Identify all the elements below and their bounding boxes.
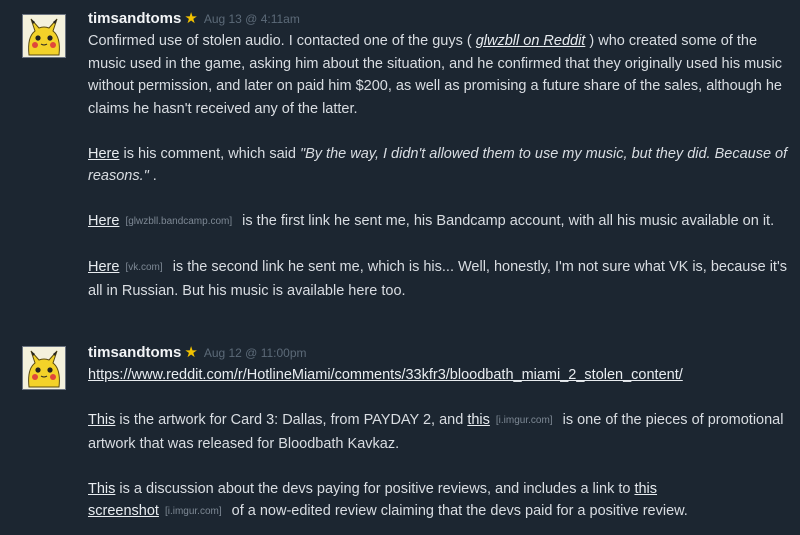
author-name[interactable]: timsandtoms [88, 10, 181, 27]
here-link[interactable]: Here [88, 259, 119, 275]
comment-paragraph: Here [glwzbll.bandcamp.com] is the first … [88, 210, 788, 234]
reddit-url-link[interactable]: https://www.reddit.com/r/HotlineMiami/co… [88, 367, 683, 383]
paragraph-text: of a now-edited review claiming that the… [227, 503, 688, 519]
comment-header: timsandtoms ★ Aug 12 @ 11:00pm [88, 342, 788, 364]
comment-paragraph: This is a discussion about the devs payi… [88, 478, 788, 524]
this-link[interactable]: This [88, 412, 115, 428]
comment-paragraph: Here is his comment, which said "By the … [88, 143, 788, 188]
author-name[interactable]: timsandtoms [88, 344, 181, 361]
comment-paragraph: https://www.reddit.com/r/HotlineMiami/co… [88, 364, 788, 387]
comment-date[interactable]: Aug 12 @ 11:00pm [204, 346, 307, 360]
link-domain: [i.imgur.com] [495, 415, 553, 426]
comment-date[interactable]: Aug 13 @ 4:11am [204, 12, 300, 26]
avatar[interactable] [22, 14, 66, 58]
paragraph-text: Confirmed use of stolen audio. I contact… [88, 33, 476, 49]
comment-paragraph: This is the artwork for Card 3: Dallas, … [88, 409, 788, 455]
paragraph-text: is the artwork for Card 3: Dallas, from … [115, 412, 468, 428]
pikachu-avatar-icon [23, 347, 65, 389]
here-link[interactable]: Here [88, 146, 119, 162]
pikachu-avatar-icon [23, 15, 65, 57]
comment-header: timsandtoms ★ Aug 13 @ 4:11am [88, 8, 788, 30]
link-domain: [i.imgur.com] [164, 506, 222, 517]
paragraph-text: is a discussion about the devs paying fo… [115, 480, 635, 497]
comment-paragraph: Here [vk.com] is the second link he sent … [88, 256, 788, 302]
paragraph-text: is his comment, which said [119, 145, 300, 162]
comment-paragraph: Confirmed use of stolen audio. I contact… [88, 30, 788, 120]
link-domain: [vk.com] [125, 262, 163, 273]
reddit-user-link[interactable]: glwzbll on Reddit [476, 33, 586, 49]
star-icon: ★ [184, 344, 198, 361]
link-domain: [glwzbll.bandcamp.com] [125, 216, 233, 227]
paragraph-text: is the second link he sent me, which is … [88, 259, 787, 299]
paragraph-text: is the first link he sent me, his Bandca… [238, 213, 775, 229]
this-link[interactable]: This [88, 481, 115, 497]
star-icon: ★ [184, 10, 198, 27]
here-link[interactable]: Here [88, 213, 119, 229]
paragraph-text: . [148, 168, 157, 184]
this-link[interactable]: this [467, 412, 490, 428]
avatar[interactable] [22, 346, 66, 390]
